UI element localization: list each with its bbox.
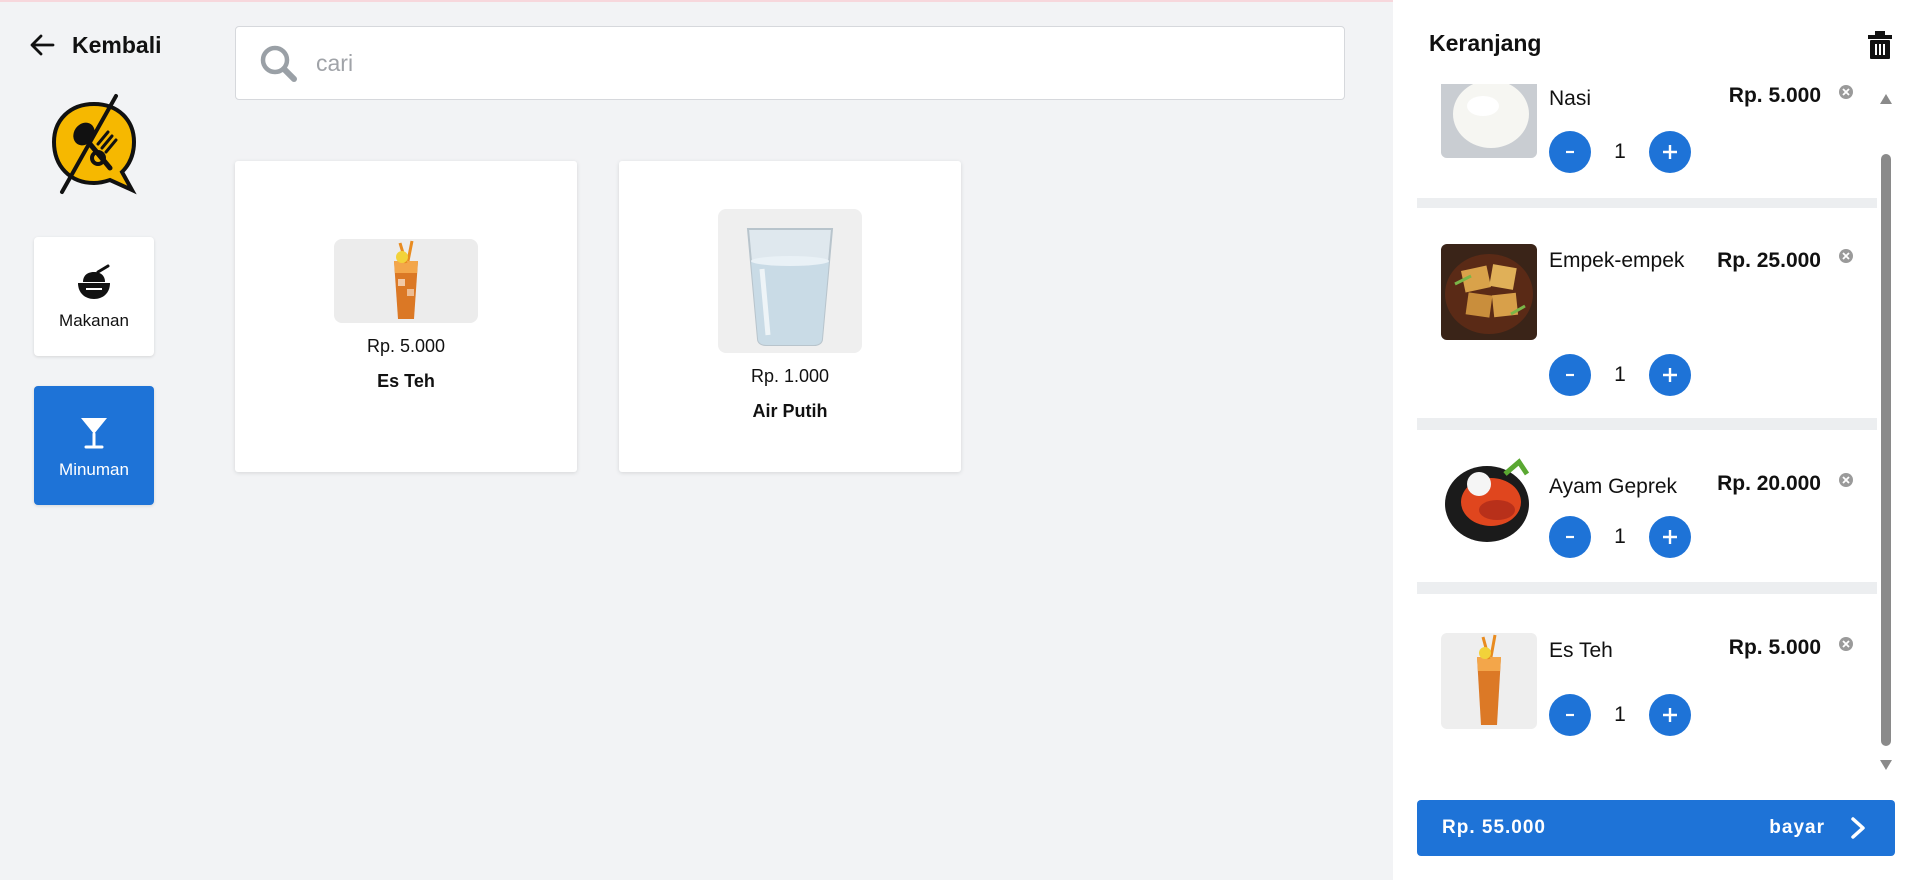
minus-icon (1566, 150, 1574, 154)
arrow-left-icon (30, 34, 55, 56)
product-name: Air Putih (752, 401, 828, 421)
empek-empek-image (1441, 244, 1537, 340)
item-name: Nasi (1549, 87, 1592, 110)
cart-item-list[interactable]: Nasi Rp. 5.000 1 Empek-empek Rp. 25.000 … (1417, 84, 1877, 774)
pay-label: bayar (1769, 817, 1825, 838)
remove-item-icon[interactable] (1838, 84, 1854, 100)
increase-button[interactable] (1649, 131, 1691, 173)
item-name: Es Teh (1549, 639, 1613, 662)
quantity-value: 1 (1614, 703, 1626, 726)
pay-button[interactable]: Rp. 55.000 bayar (1417, 800, 1895, 856)
category-makanan[interactable]: Makanan (34, 237, 154, 356)
category-label: Minuman (59, 459, 129, 479)
item-image (1441, 244, 1537, 340)
item-price: Rp. 5.000 (1728, 84, 1821, 107)
scrollbar-thumb[interactable] (1881, 154, 1891, 746)
search-input[interactable] (314, 48, 1218, 78)
item-divider (1417, 582, 1877, 594)
food-bowl-icon (78, 264, 110, 299)
decrease-button[interactable] (1549, 354, 1591, 396)
plus-icon (1663, 368, 1677, 382)
cart-item: Ayam Geprek Rp. 20.000 1 (1417, 430, 1877, 598)
ayam-geprek-image (1441, 452, 1537, 548)
item-name: Ayam Geprek (1549, 475, 1677, 498)
cart-item: Es Teh Rp. 5.000 1 (1417, 594, 1877, 774)
plus-icon (1663, 145, 1677, 159)
remove-item-icon[interactable] (1838, 472, 1854, 488)
product-card[interactable]: Rp. 5.000 Es Teh (235, 161, 577, 472)
quantity-value: 1 (1614, 363, 1626, 386)
increase-button[interactable] (1649, 516, 1691, 558)
back-label: Kembali (72, 31, 162, 58)
increase-button[interactable] (1649, 694, 1691, 736)
item-divider (1417, 418, 1877, 430)
decrease-button[interactable] (1549, 131, 1591, 173)
plus-icon (1663, 708, 1677, 722)
search-bar[interactable] (235, 26, 1345, 100)
quantity-stepper: 1 (1549, 694, 1691, 736)
product-image (334, 239, 478, 323)
category-minuman[interactable]: Minuman (34, 386, 154, 505)
cart-total: Rp. 55.000 (1442, 817, 1546, 838)
product-name: Es Teh (377, 371, 435, 391)
item-price: Rp. 5.000 (1728, 636, 1821, 659)
cart-panel: Keranjang Nasi Rp. 5.000 1 Empek-empek R… (1393, 0, 1918, 880)
cart-scrollbar[interactable] (1877, 84, 1895, 774)
scroll-up-icon[interactable] (1880, 94, 1892, 104)
item-price: Rp. 25.000 (1717, 249, 1821, 272)
quantity-value: 1 (1614, 525, 1626, 548)
increase-button[interactable] (1649, 354, 1691, 396)
cart-item: Nasi Rp. 5.000 1 (1417, 84, 1877, 210)
quantity-stepper: 1 (1549, 354, 1691, 396)
iced-tea-image (394, 240, 418, 319)
minus-icon (1566, 373, 1574, 377)
iced-tea-image (1477, 634, 1501, 725)
product-card[interactable]: Rp. 1.000 Air Putih (619, 161, 961, 472)
water-glass-image (746, 228, 834, 346)
minus-icon (1566, 535, 1574, 539)
product-price: Rp. 1.000 (750, 366, 830, 386)
cart-item: Empek-empek Rp. 25.000 1 (1417, 208, 1877, 430)
item-price: Rp. 20.000 (1717, 472, 1821, 495)
product-price: Rp. 5.000 (366, 336, 446, 356)
search-icon (260, 45, 297, 82)
item-name: Empek-empek (1549, 249, 1685, 272)
item-image (1441, 84, 1537, 158)
app-logo (51, 94, 137, 195)
decrease-button[interactable] (1549, 694, 1591, 736)
quantity-stepper: 1 (1549, 131, 1691, 173)
remove-item-icon[interactable] (1838, 636, 1854, 652)
item-image (1441, 633, 1537, 729)
chevron-right-icon (1851, 817, 1865, 839)
category-label: Makanan (59, 310, 129, 330)
quantity-value: 1 (1614, 140, 1626, 163)
plus-icon (1663, 530, 1677, 544)
cart-title: Keranjang (1429, 30, 1542, 56)
scroll-down-icon[interactable] (1880, 760, 1892, 770)
remove-item-icon[interactable] (1838, 248, 1854, 264)
item-image (1441, 452, 1537, 548)
trash-icon[interactable] (1866, 30, 1894, 60)
decrease-button[interactable] (1549, 516, 1591, 558)
rice-image (1441, 84, 1537, 158)
minus-icon (1566, 713, 1574, 717)
back-button[interactable]: Kembali (28, 28, 161, 62)
quantity-stepper: 1 (1549, 516, 1691, 558)
product-image (718, 209, 862, 353)
cocktail-glass-icon (81, 417, 107, 448)
